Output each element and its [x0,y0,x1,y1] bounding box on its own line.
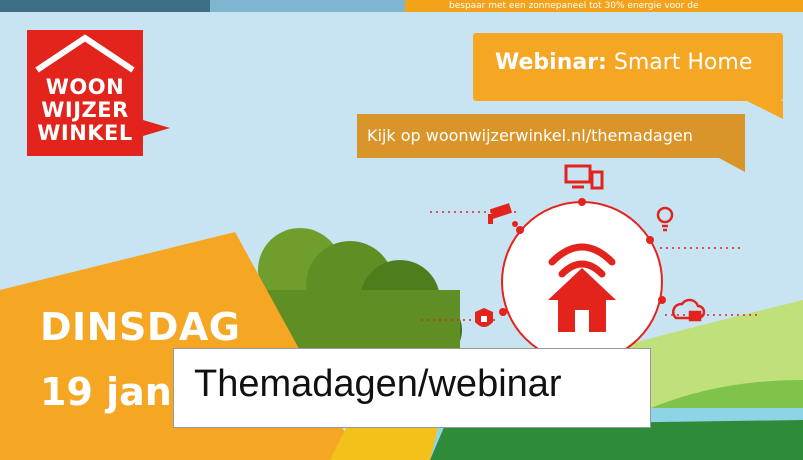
devices-icon [564,164,604,190]
caption-text: Themadagen/webinar [194,363,562,405]
shield-lock-icon [475,308,493,327]
security-camera-icon [488,203,518,227]
cloud-media-icon [672,298,706,322]
date-day-month: 19 jan [40,370,172,414]
lightbulb-icon [656,206,674,232]
webinar-banner-image: bespaar met een zonnepaneel tot 30% ener… [0,0,803,460]
date-weekday: DINSDAG [40,305,241,349]
caption-label: Themadagen/webinar [173,348,651,428]
